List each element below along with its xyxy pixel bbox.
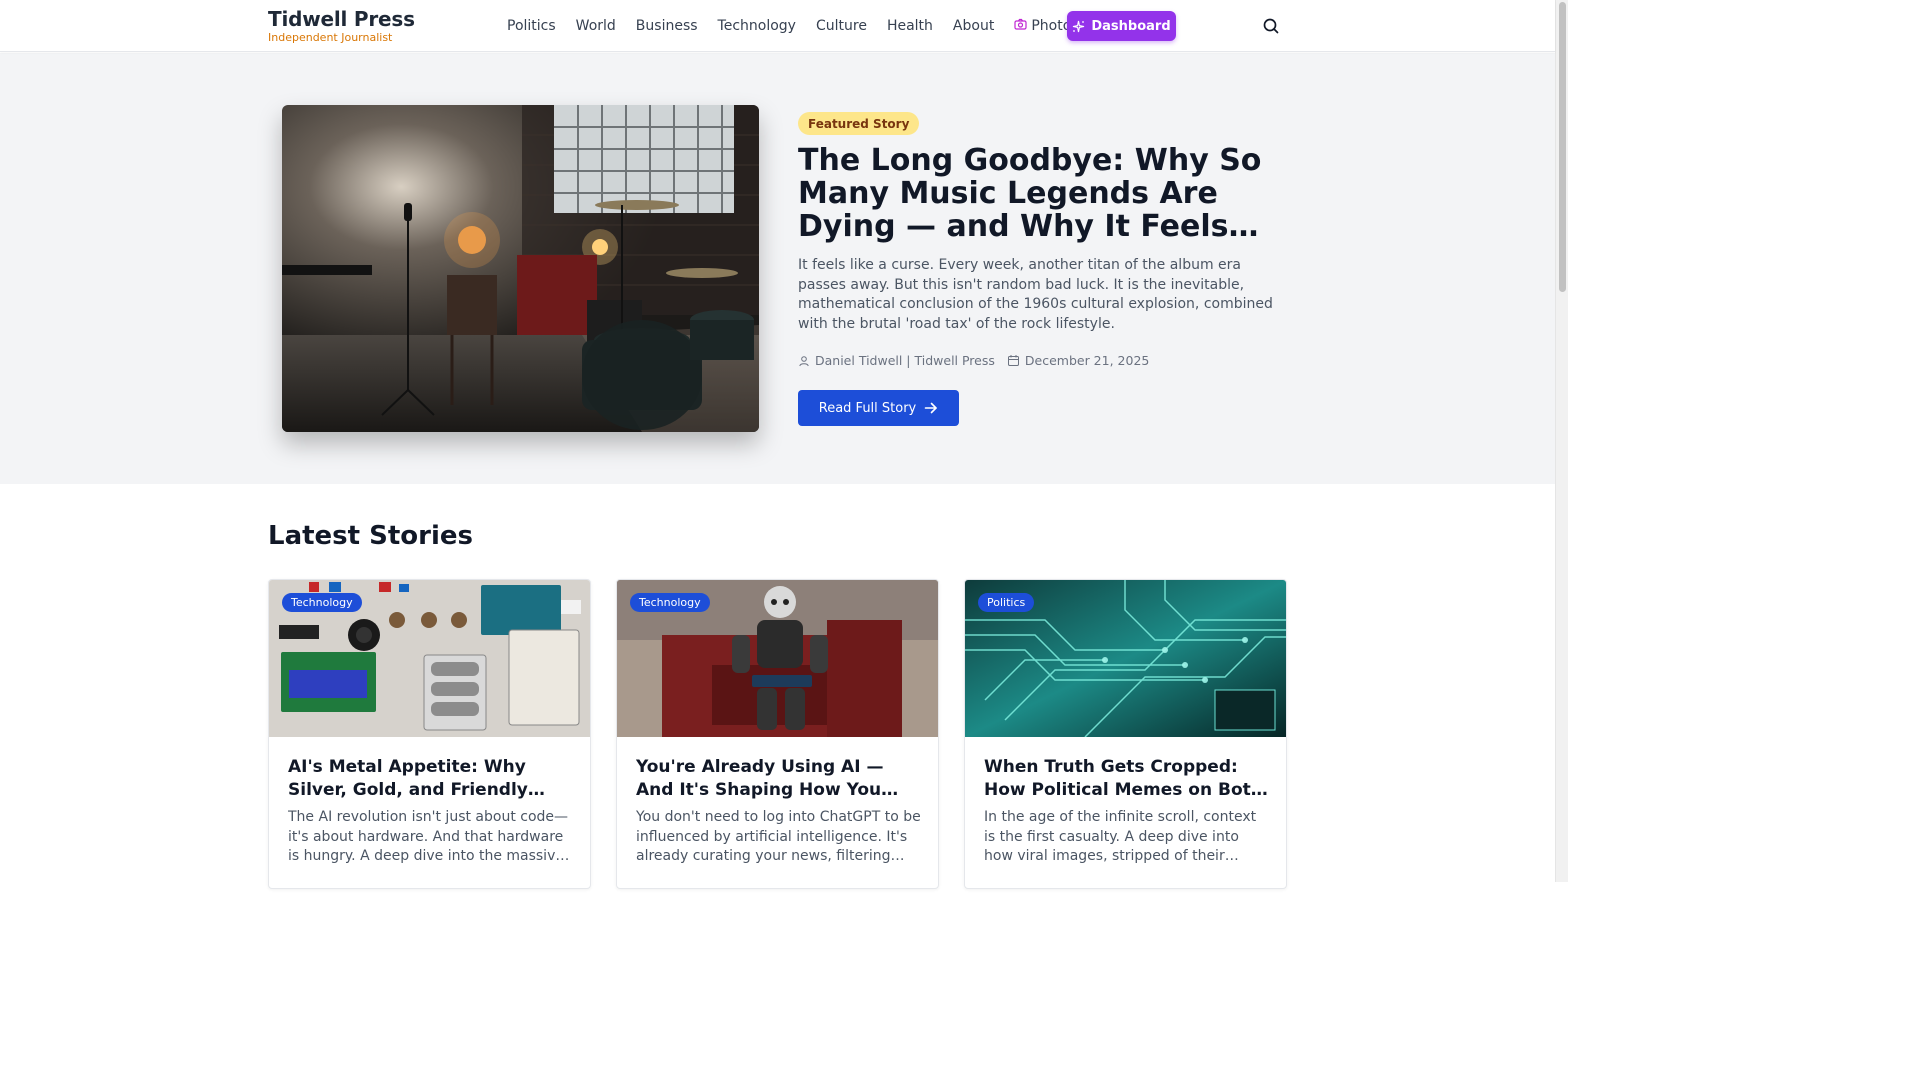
story-card-title[interactable]: When Truth Gets Cropped: How Political M… [984, 756, 1270, 802]
nav-world[interactable]: World [576, 18, 616, 34]
category-badge[interactable]: Technology [282, 593, 362, 612]
page-scrollbar[interactable] [1555, 0, 1568, 882]
author-name: Daniel Tidwell | Tidwell Press [815, 353, 995, 368]
story-card-image[interactable]: Technology [269, 580, 590, 737]
nav-technology[interactable]: Technology [718, 18, 796, 34]
stage-drums-photo [282, 105, 759, 432]
featured-section [0, 53, 1555, 484]
nav-business[interactable]: Business [636, 18, 698, 34]
scrollbar-thumb[interactable] [1559, 2, 1566, 292]
calendar-icon [1007, 355, 1019, 366]
sparkles-icon [1073, 20, 1085, 32]
search-button[interactable] [1260, 15, 1282, 37]
featured-meta: Daniel Tidwell | Tidwell Press December … [798, 353, 1161, 368]
story-card[interactable]: Politics When Truth Gets Cropped: How Po… [964, 579, 1287, 889]
featured-badge: Featured Story [798, 112, 920, 135]
main-nav: Politics World Business Technology Cultu… [507, 0, 1099, 52]
arrow-right-icon [924, 402, 938, 414]
camera-icon [1014, 18, 1027, 34]
category-badge[interactable]: Politics [978, 593, 1035, 612]
story-card[interactable]: Technology You're Already Using AI — And… [616, 579, 939, 889]
nav-culture[interactable]: Culture [816, 18, 867, 34]
nav-health[interactable]: Health [887, 18, 933, 34]
dashboard-label: Dashboard [1091, 18, 1171, 34]
publish-date: December 21, 2025 [1024, 353, 1150, 368]
site-header: Tidwell Press Independent Journalist Pol… [0, 0, 1555, 52]
brand-subtitle: Independent Journalist [268, 31, 393, 44]
author-meta: Daniel Tidwell | Tidwell Press [798, 353, 995, 368]
featured-image[interactable] [282, 105, 759, 432]
category-badge[interactable]: Technology [630, 593, 710, 612]
search-icon [1263, 18, 1279, 34]
brand[interactable]: Tidwell Press Independent Journalist [268, 6, 415, 45]
featured-title[interactable]: The Long Goodbye: Why So Many Music Lege… [798, 144, 1278, 243]
story-card-excerpt: In the age of the infinite scroll, conte… [984, 809, 1257, 865]
user-icon [799, 355, 809, 366]
nav-about[interactable]: About [953, 18, 994, 34]
story-card-image[interactable]: Politics [965, 580, 1286, 737]
latest-stories-heading: Latest Stories [268, 521, 473, 551]
nav-politics[interactable]: Politics [507, 18, 556, 34]
story-card-title[interactable]: You're Already Using AI — And It's Shapi… [636, 756, 922, 802]
date-meta: December 21, 2025 [1007, 353, 1149, 368]
read-full-story-button[interactable]: Read Full Story [798, 390, 959, 426]
story-card-excerpt: The AI revolution isn't just about code—… [288, 809, 569, 865]
brand-title[interactable]: Tidwell Press [268, 6, 415, 32]
story-card-excerpt: You don't need to log into ChatGPT to be… [636, 809, 921, 865]
featured-excerpt: It feels like a curse. Every week, anoth… [798, 257, 1273, 332]
dashboard-button[interactable]: Dashboard [1067, 11, 1176, 41]
story-card-image[interactable]: Technology [617, 580, 938, 737]
story-card[interactable]: Technology AI's Metal Appetite: Why Silv… [268, 579, 591, 889]
story-card-title[interactable]: AI's Metal Appetite: Why Silver, Gold, a… [288, 756, 574, 802]
read-full-story-label: Read Full Story [818, 400, 917, 416]
